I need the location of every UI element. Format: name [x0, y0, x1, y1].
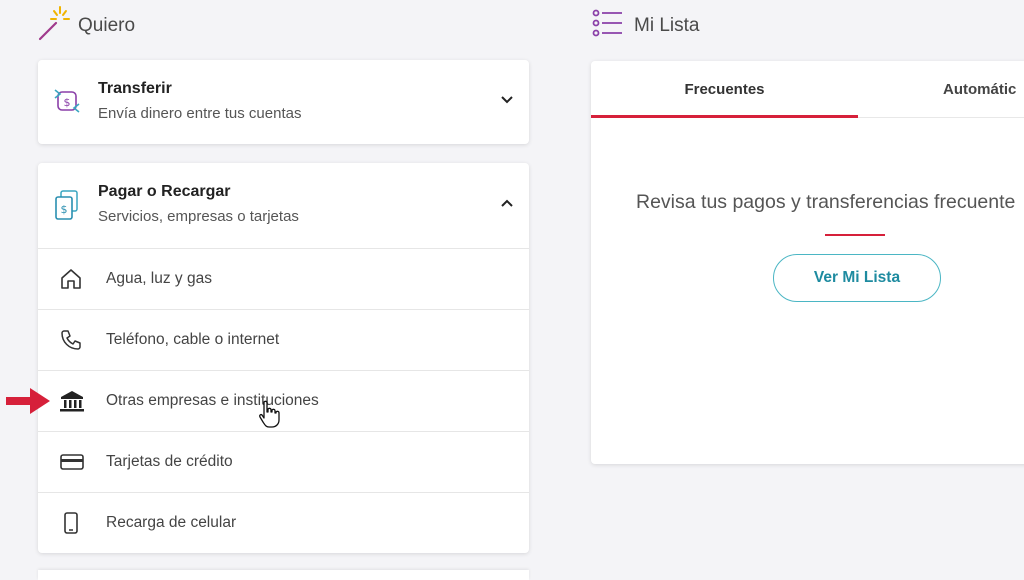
transfer-money-icon: $ — [52, 86, 82, 121]
option-recarga-celular[interactable]: Recarga de celular — [38, 492, 529, 553]
option-telefono-cable-internet[interactable]: Teléfono, cable o internet — [38, 309, 529, 370]
quiero-label: Quiero — [78, 15, 136, 36]
next-card-edge — [38, 570, 529, 580]
pagar-recargar-title: Pagar o Recargar — [98, 183, 231, 200]
transferir-subtitle: Envía dinero entre tus cuentas — [98, 105, 302, 122]
pagar-recargar-subtitle: Servicios, empresas o tarjetas — [98, 208, 299, 225]
option-otras-empresas[interactable]: Otras empresas e instituciones — [38, 370, 529, 431]
svg-text:$: $ — [61, 203, 68, 216]
magic-wand-icon — [38, 5, 72, 47]
mobile-phone-icon — [59, 511, 83, 540]
option-label: Teléfono, cable o internet — [106, 331, 280, 348]
bank-icon — [59, 389, 85, 418]
house-icon — [59, 267, 83, 296]
mi-lista-tabs: Frecuentes Automátic — [591, 61, 1024, 118]
tab-frecuentes[interactable]: Frecuentes — [591, 61, 858, 118]
mi-lista-label: Mi Lista — [634, 15, 700, 36]
ver-mi-lista-button[interactable]: Ver Mi Lista — [773, 254, 941, 302]
pagar-recargar-header[interactable]: $ Pagar o Recargar Servicios, empresas o… — [38, 163, 529, 248]
red-divider — [825, 234, 885, 236]
transferir-header[interactable]: $ Transferir Envía dinero entre tus cuen… — [38, 60, 529, 145]
chevron-down-icon[interactable] — [499, 92, 515, 113]
red-arrow-annotation-icon — [6, 386, 52, 421]
pagar-options-list: Agua, luz y gas Teléfono, cable o intern… — [38, 248, 529, 553]
transferir-card[interactable]: $ Transferir Envía dinero entre tus cuen… — [38, 60, 529, 144]
bill-icon: $ — [52, 189, 82, 226]
chevron-up-icon[interactable] — [499, 195, 515, 216]
hand-cursor-icon — [258, 400, 280, 433]
tab-automaticos[interactable]: Automátic — [943, 61, 1024, 117]
pagar-recargar-card: $ Pagar o Recargar Servicios, empresas o… — [38, 163, 529, 553]
mi-lista-message: Revisa tus pagos y transferencias frecue… — [636, 191, 1016, 213]
credit-card-icon — [59, 450, 85, 479]
svg-text:$: $ — [64, 96, 71, 109]
option-agua-luz-gas[interactable]: Agua, luz y gas — [38, 248, 529, 309]
option-label: Agua, luz y gas — [106, 270, 212, 287]
option-label: Tarjetas de crédito — [106, 453, 233, 470]
list-icon — [592, 9, 624, 43]
option-tarjetas-credito[interactable]: Tarjetas de crédito — [38, 431, 529, 492]
option-label: Recarga de celular — [106, 514, 237, 531]
phone-icon — [59, 328, 83, 357]
mi-lista-card: Frecuentes Automátic Revisa tus pagos y … — [591, 61, 1024, 464]
option-label: Otras empresas e instituciones — [106, 392, 319, 409]
mi-lista-section-title: Mi Lista — [592, 9, 699, 43]
quiero-section-title: Quiero — [38, 5, 135, 47]
transferir-title: Transferir — [98, 80, 172, 97]
